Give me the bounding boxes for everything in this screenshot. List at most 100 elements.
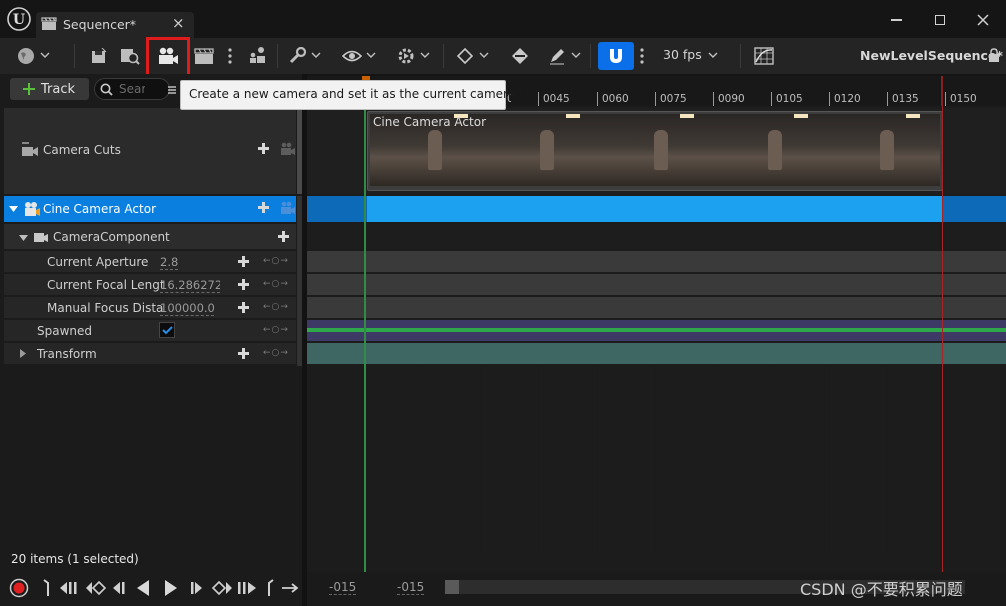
add-camera-cut-icon[interactable] (258, 143, 269, 154)
chevron-down-icon[interactable] (38, 48, 52, 62)
next-key-icon[interactable] (236, 579, 260, 597)
thumbnail-frame (428, 130, 442, 170)
tab-close-button[interactable]: × (172, 14, 185, 32)
spawned-checkbox[interactable] (159, 322, 175, 338)
loop-icon[interactable] (280, 580, 300, 596)
record-button[interactable] (8, 577, 30, 599)
ruler-tick: 0075 (655, 92, 687, 106)
key-diamond-icon[interactable] (454, 45, 476, 67)
eye-icon[interactable] (340, 45, 364, 67)
toolbar-separator (740, 44, 741, 68)
camera-cuts-icon (20, 141, 40, 159)
manual-focus-distance-value[interactable]: 100000.0 (160, 301, 214, 316)
actor-section[interactable] (367, 196, 943, 222)
transform-label: Transform (37, 347, 97, 361)
expand-arrow-icon[interactable] (18, 233, 28, 243)
focal-length-lane[interactable] (307, 274, 1006, 295)
thumbnail-light (906, 114, 920, 118)
snap-magnet-button[interactable] (598, 42, 634, 70)
unreal-logo-icon: U (6, 6, 32, 32)
chevron-down-icon[interactable] (364, 48, 378, 62)
ruler-tick: 0135 (887, 92, 919, 106)
step-forward-frame-icon[interactable] (188, 579, 206, 597)
camera-small-icon[interactable] (280, 141, 296, 157)
play-icon[interactable] (162, 578, 180, 598)
plus-green-icon (22, 82, 36, 96)
key-navigation-icon[interactable]: ←○→ (263, 279, 289, 289)
playback-start-line[interactable] (364, 106, 366, 572)
view-range-end[interactable]: -015 (397, 580, 425, 595)
sequence-name: NewLevelSequence* (860, 48, 1003, 63)
jump-to-start-icon[interactable] (40, 578, 54, 598)
key-navigation-icon[interactable]: ←○→ (263, 348, 289, 358)
previous-key-icon[interactable] (58, 579, 82, 597)
ruler-tick: 0105 (771, 92, 803, 106)
maximize-icon[interactable] (929, 10, 951, 30)
add-to-actor-icon[interactable] (258, 202, 269, 213)
current-aperture-label: Current Aperture (47, 255, 149, 269)
grid-line (829, 222, 830, 556)
grid-line (771, 222, 772, 556)
key-interp-icon[interactable] (508, 45, 532, 67)
create-camera-button[interactable] (154, 44, 182, 68)
current-focal-length-label: Current Focal Lengt (47, 278, 165, 292)
add-track-label: Track (41, 82, 76, 97)
focus-distance-lane[interactable] (307, 297, 1006, 318)
playback-settings-icon[interactable] (394, 44, 418, 68)
add-key-icon[interactable] (238, 256, 249, 267)
playback-end-marker[interactable] (941, 76, 943, 106)
svg-text:U: U (13, 12, 25, 28)
jump-to-end-icon[interactable] (264, 578, 276, 598)
key-navigation-icon[interactable]: ←○→ (263, 256, 289, 266)
toolbar-separator (277, 44, 278, 68)
chevron-down-icon[interactable] (309, 48, 323, 62)
collapsed-arrow-icon[interactable] (18, 348, 28, 358)
thumbnail-frame (540, 130, 554, 170)
pencil-icon[interactable] (546, 45, 568, 67)
chevron-down-icon[interactable] (569, 48, 583, 62)
current-focal-length-value[interactable]: 16.286272 (160, 278, 220, 293)
snap-options-icon[interactable] (636, 45, 648, 67)
minimize-icon[interactable] (885, 10, 907, 30)
curve-editor-icon[interactable] (752, 45, 776, 67)
render-movie-icon[interactable] (192, 45, 216, 67)
clapperboard-icon (40, 15, 58, 33)
actors-icon[interactable] (246, 44, 270, 68)
key-navigation-icon[interactable]: ←○→ (263, 325, 289, 335)
play-reverse-icon[interactable] (134, 578, 152, 598)
expand-arrow-icon[interactable] (8, 204, 18, 214)
chevron-down-icon[interactable] (477, 48, 491, 62)
aperture-lane[interactable] (307, 251, 1006, 272)
filter-icon[interactable] (166, 82, 178, 98)
search-input[interactable]: Search (119, 82, 145, 96)
world-icon[interactable] (14, 44, 38, 68)
add-key-icon[interactable] (238, 348, 249, 359)
step-forward-key-icon[interactable] (210, 579, 234, 597)
tooltip-text: Create a new camera and set it as the cu… (189, 87, 539, 101)
step-back-frame-icon[interactable] (110, 579, 128, 597)
step-back-key-icon[interactable] (84, 579, 108, 597)
timeline-scrollbar-thumb[interactable] (445, 580, 459, 594)
close-icon[interactable] (972, 10, 994, 30)
thumbnail-frame (880, 130, 894, 170)
add-key-icon[interactable] (238, 279, 249, 290)
camera-cut-section-label: Cine Camera Actor (373, 115, 486, 129)
ruler-tick: 0150 (945, 92, 977, 106)
lock-icon[interactable] (986, 46, 1002, 64)
add-key-icon[interactable] (238, 302, 249, 313)
save-icon[interactable] (88, 45, 110, 67)
transform-lane[interactable] (307, 343, 1006, 364)
camera-small-icon[interactable] (280, 200, 296, 216)
key-navigation-icon[interactable]: ←○→ (263, 302, 289, 312)
playback-end-line[interactable] (942, 106, 943, 572)
more-options-icon[interactable] (224, 45, 236, 67)
view-range-start[interactable]: -015 (329, 580, 357, 595)
current-aperture-value[interactable]: 2.8 (160, 255, 178, 270)
wrench-icon[interactable] (286, 45, 308, 67)
chevron-down-icon[interactable] (418, 48, 432, 62)
chevron-down-icon[interactable] (706, 48, 720, 62)
add-to-component-icon[interactable] (278, 231, 289, 242)
find-in-browser-icon[interactable] (118, 45, 142, 67)
camera-cut-section[interactable]: Cine Camera Actor (367, 111, 943, 191)
fps-dropdown[interactable]: 30 fps (663, 47, 702, 62)
